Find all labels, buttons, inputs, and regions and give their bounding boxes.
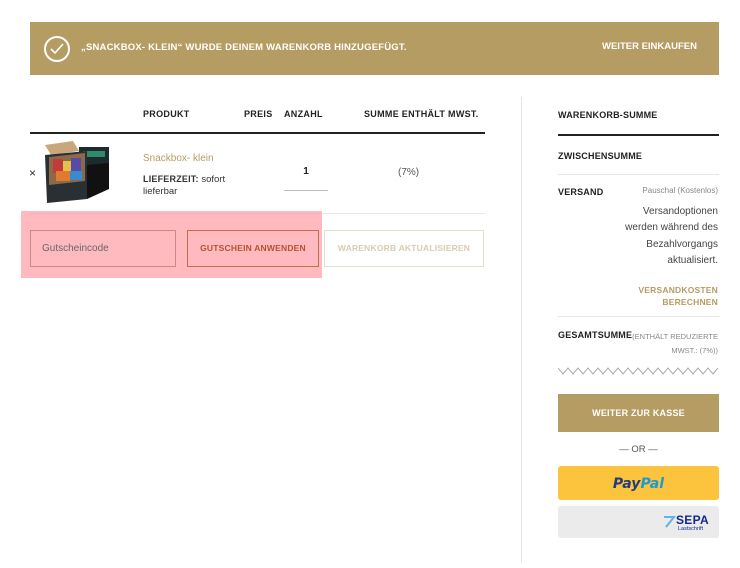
notice-message: „SNACKBOX- KLEIN“ WURDE DEINEM WARENKORB… bbox=[81, 42, 407, 53]
paypal-logo-pal: Pal bbox=[640, 476, 665, 492]
checkout-button[interactable]: WEITER ZUR KASSE bbox=[558, 394, 719, 432]
sepa-sublabel: Lastschrift bbox=[678, 526, 704, 532]
cart-totals-title: WARENKORB-SUMME bbox=[558, 110, 658, 120]
zigzag-divider bbox=[558, 367, 719, 375]
shipping-label: VERSAND bbox=[558, 187, 604, 197]
header-quantity: ANZAHL bbox=[284, 109, 323, 119]
delivery-time: LIEFERZEIT: sofort lieferbar bbox=[143, 173, 233, 198]
header-sum: SUMME ENTHÄLT MWST. bbox=[364, 109, 479, 119]
update-cart-button[interactable]: WARENKORB AKTUALISIEREN bbox=[324, 230, 484, 267]
shipping-divider bbox=[558, 316, 719, 317]
coupon-code-input[interactable]: Gutscheincode bbox=[30, 230, 176, 267]
delivery-label: LIEFERZEIT: bbox=[143, 174, 199, 184]
or-separator: — OR — bbox=[619, 444, 658, 455]
item-tax-rate: (7%) bbox=[398, 167, 420, 178]
shipping-method: Pauschal (Kostenlos) bbox=[642, 186, 718, 195]
paypal-button[interactable]: PayPal bbox=[558, 466, 719, 500]
cart-notice-banner: „SNACKBOX- KLEIN“ WURDE DEINEM WARENKORB… bbox=[30, 22, 719, 75]
apply-coupon-button[interactable]: GUTSCHEIN ANWENDEN bbox=[187, 230, 319, 267]
shipping-info-text: Versandoptionen werden während des Bezah… bbox=[625, 206, 718, 266]
header-price: PREIS bbox=[244, 109, 273, 119]
sidebar-divider bbox=[521, 97, 522, 563]
sepa-arrow-icon bbox=[664, 516, 676, 528]
table-header-divider bbox=[30, 132, 485, 134]
subtotal-divider bbox=[558, 174, 719, 175]
quantity-input[interactable]: 1 bbox=[284, 160, 328, 191]
remove-item-button[interactable]: × bbox=[29, 166, 36, 180]
paypal-logo-pay: Pay bbox=[612, 476, 641, 492]
header-product: PRODUKT bbox=[143, 109, 190, 119]
cart-totals-title-divider bbox=[558, 134, 719, 136]
product-thumbnail[interactable] bbox=[43, 141, 111, 204]
check-circle-icon bbox=[44, 36, 70, 62]
calculate-shipping-link[interactable]: VERSANDKOSTEN BERECHNEN bbox=[600, 285, 718, 308]
total-tax-note: (ENTHÄLT REDUZIERTE MWST.: (7%)) bbox=[632, 332, 718, 355]
product-name-link[interactable]: Snackbox- klein bbox=[143, 153, 214, 164]
sepa-label: SEPA bbox=[676, 513, 709, 527]
subtotal-label: ZWISCHENSUMME bbox=[558, 151, 643, 161]
continue-shopping-link[interactable]: WEITER EINKAUFEN bbox=[602, 41, 697, 52]
sepa-button[interactable]: SEPA Lastschrift bbox=[558, 506, 719, 538]
